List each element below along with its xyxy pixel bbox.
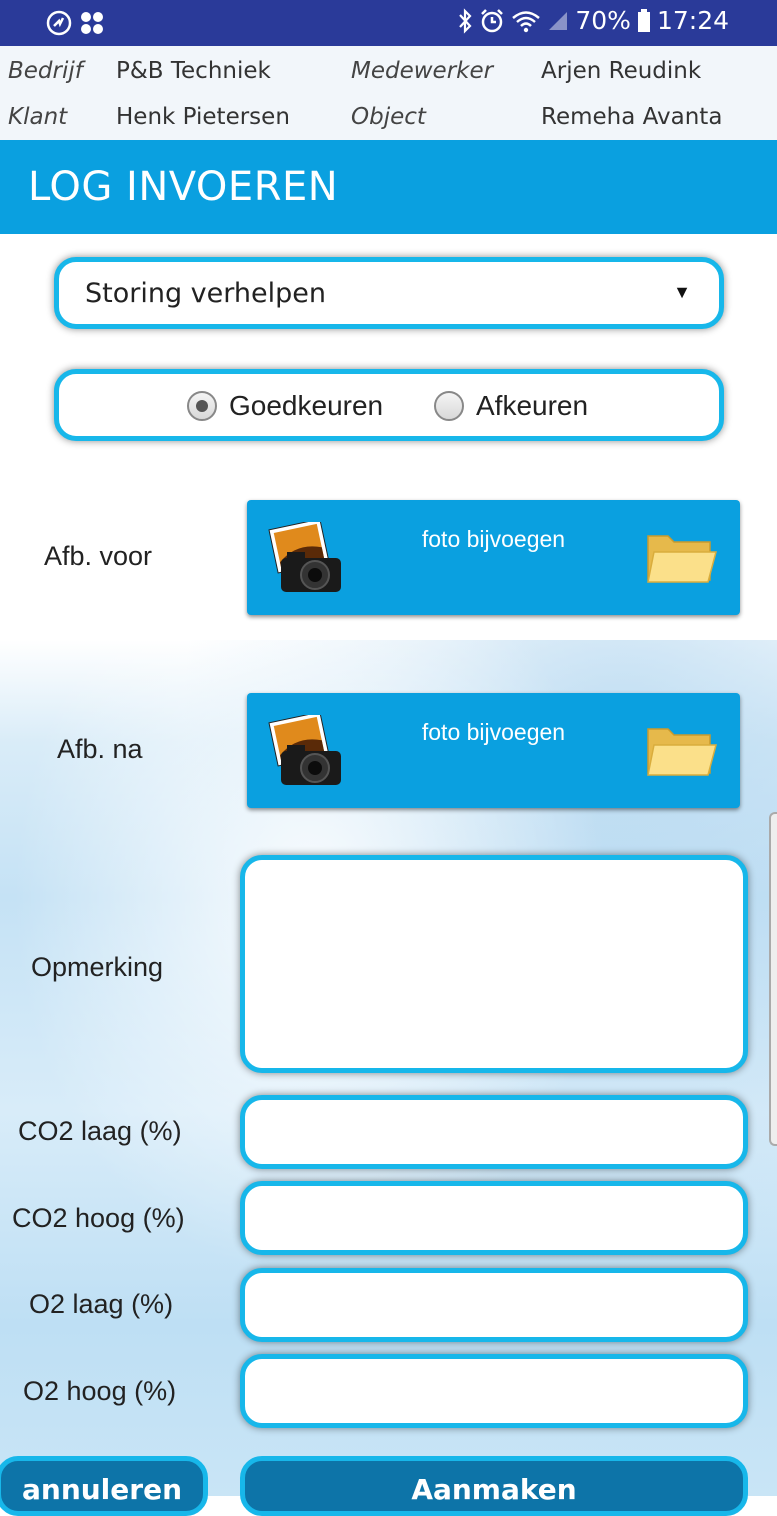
- battery-percent: 70%: [575, 6, 631, 35]
- status-bar: 70% 17:24: [0, 0, 777, 46]
- company-label: Bedrijf: [8, 58, 83, 84]
- radio-approve-label: Goedkeuren: [229, 390, 384, 421]
- photo-after-label: Afb. na: [57, 734, 143, 764]
- bluetooth-icon: [457, 7, 473, 34]
- photo-after-button[interactable]: foto bijvoegen: [247, 693, 740, 808]
- radio-reject-label: Afkeuren: [476, 390, 589, 421]
- client-label: Klant: [8, 104, 68, 130]
- status-left-icons: [46, 10, 104, 36]
- type-select-value: Storing verhelpen: [85, 278, 326, 309]
- co2-high-label: CO2 hoog (%): [12, 1203, 185, 1233]
- co2-high-input[interactable]: [240, 1181, 748, 1255]
- alarm-icon: [479, 8, 505, 34]
- create-button[interactable]: Aanmaken: [240, 1456, 748, 1516]
- radio-reject[interactable]: Afkeuren: [434, 390, 588, 422]
- o2-high-input[interactable]: [240, 1354, 748, 1428]
- co2-low-label: CO2 laag (%): [18, 1116, 182, 1146]
- signal-icon: [547, 10, 569, 32]
- employee-value: Arjen Reudink: [541, 58, 702, 84]
- title-bar: LOG INVOEREN: [0, 140, 777, 234]
- photo-before-label: Afb. voor: [44, 541, 153, 571]
- battery-icon: [637, 8, 651, 33]
- radio-approve[interactable]: Goedkeuren: [187, 390, 383, 422]
- o2-low-label: O2 laag (%): [29, 1289, 174, 1319]
- folder-icon: [646, 723, 718, 782]
- photo-before-button[interactable]: foto bijvoegen: [247, 500, 740, 615]
- co2-low-input[interactable]: [240, 1095, 748, 1169]
- call-forward-icon: [46, 10, 72, 36]
- client-value: Henk Pietersen: [116, 104, 290, 130]
- radio-reject-circle[interactable]: [434, 391, 464, 421]
- object-label: Object: [351, 104, 426, 130]
- o2-high-label: O2 hoog (%): [23, 1376, 177, 1406]
- status-right: 70% 17:24: [457, 6, 729, 35]
- cancel-button[interactable]: annuleren: [0, 1456, 208, 1516]
- apps-grid-icon: [80, 11, 104, 35]
- employee-label: Medewerker: [351, 58, 494, 84]
- scrollbar-handle[interactable]: [769, 812, 777, 1146]
- o2-low-input[interactable]: [240, 1268, 748, 1342]
- remark-textarea[interactable]: [240, 855, 748, 1073]
- radio-approve-circle[interactable]: [187, 391, 217, 421]
- type-select[interactable]: Storing verhelpen ▼: [54, 257, 724, 329]
- approval-radio-group: Goedkeuren Afkeuren: [54, 369, 724, 441]
- object-value: Remeha Avanta: [541, 104, 723, 130]
- clock: 17:24: [656, 6, 729, 35]
- remark-label: Opmerking: [31, 952, 164, 982]
- page-title: LOG INVOEREN: [28, 164, 339, 210]
- folder-icon: [646, 530, 718, 589]
- company-value: P&B Techniek: [116, 58, 271, 84]
- wifi-icon: [511, 9, 541, 33]
- dropdown-arrow-icon: ▼: [673, 282, 691, 302]
- info-header: Bedrijf P&B Techniek Medewerker Arjen Re…: [0, 46, 777, 140]
